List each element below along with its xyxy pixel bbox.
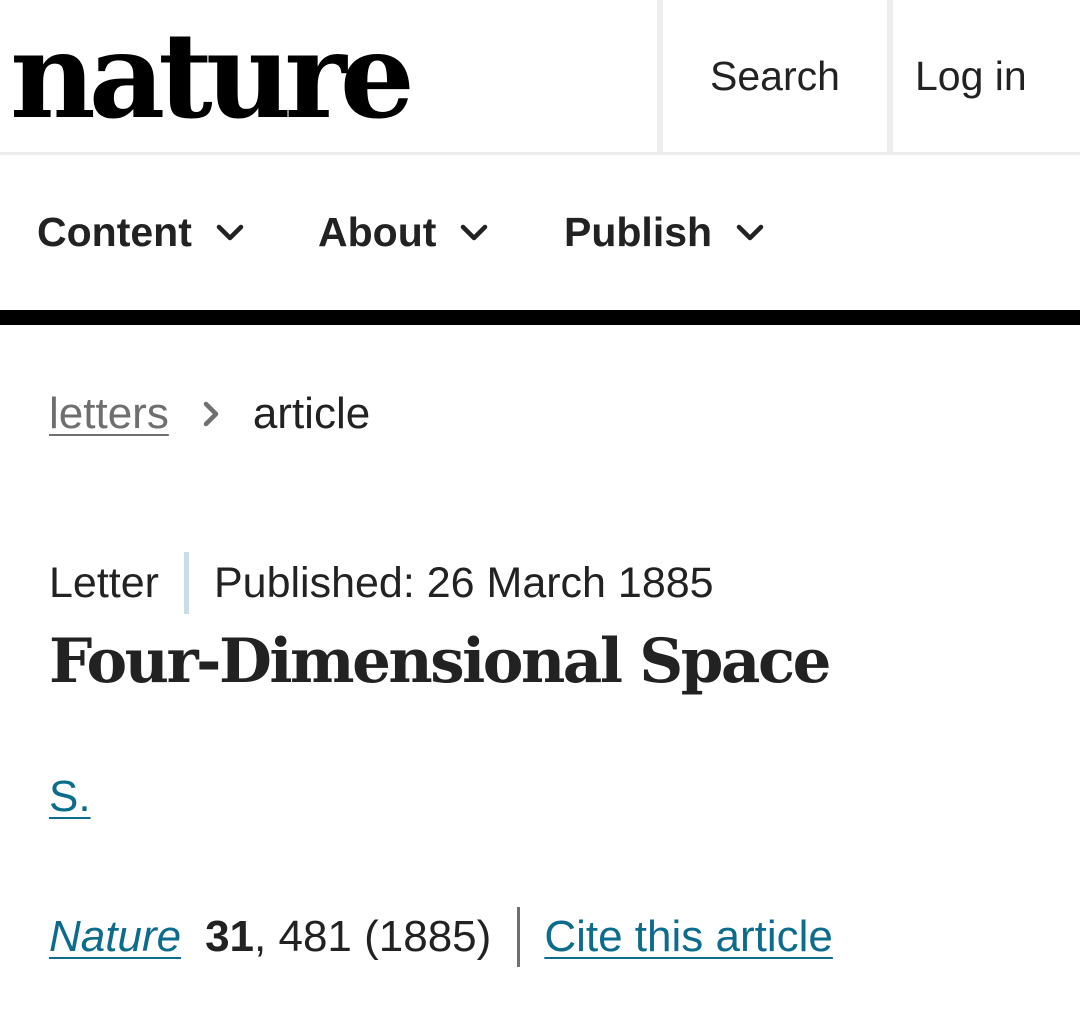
breadcrumb: letters article: [49, 382, 370, 446]
citation-volume: 31: [205, 912, 255, 961]
nav-rule: [0, 310, 1080, 325]
nature-logo[interactable]: nature: [10, 6, 415, 146]
search-button[interactable]: Search: [663, 0, 887, 152]
citation: Nature 31 , 481 (1885) Cite this article: [49, 906, 833, 968]
cite-article-link[interactable]: Cite this article: [544, 912, 833, 962]
article-meta: Letter Published: 26 March 1885: [49, 552, 714, 614]
nav-item-content[interactable]: Content: [37, 155, 246, 310]
journal-link[interactable]: Nature: [49, 912, 181, 962]
nav-item-label: About: [318, 209, 437, 255]
breadcrumb-current: article: [252, 389, 371, 438]
chevron-right-icon: [203, 401, 219, 427]
article-type: Letter: [49, 558, 159, 607]
nav-item-label: Publish: [564, 209, 713, 255]
author-link[interactable]: S.: [49, 772, 91, 822]
published-date: Published: 26 March 1885: [213, 558, 714, 607]
site-header: nature Search Log in: [0, 0, 1080, 155]
nav-item-about[interactable]: About: [318, 155, 490, 310]
chevron-down-icon: [461, 224, 488, 240]
article-title: Four-Dimensional Space: [49, 626, 831, 697]
meta-divider: [183, 552, 189, 614]
chevron-down-icon: [216, 224, 244, 240]
nav-item-publish[interactable]: Publish: [564, 155, 766, 310]
main-nav: Content About Publish: [0, 155, 1080, 310]
citation-divider: [517, 907, 521, 967]
breadcrumb-link-letters[interactable]: letters: [49, 389, 169, 439]
chevron-down-icon: [736, 224, 764, 240]
nav-item-label: Content: [37, 209, 192, 255]
citation-pages-year: , 481 (1885): [254, 912, 492, 961]
login-button[interactable]: Log in: [893, 0, 1080, 152]
